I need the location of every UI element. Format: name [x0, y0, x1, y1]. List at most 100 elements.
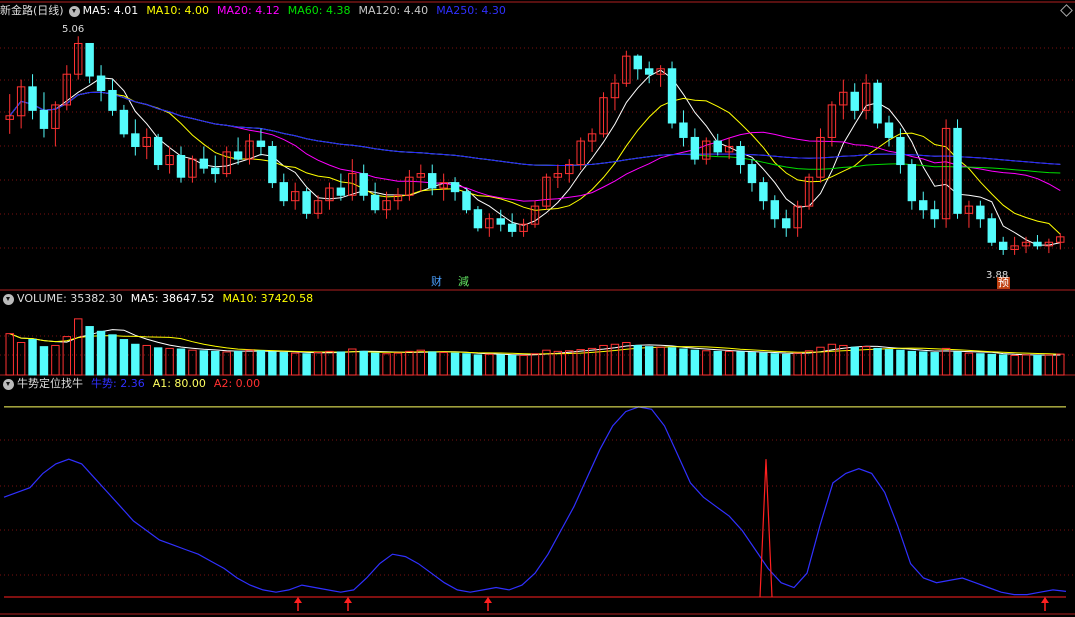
candle-body	[690, 136, 700, 160]
candle-body	[976, 205, 985, 220]
candle-body	[919, 200, 928, 211]
volume-bar	[565, 350, 574, 376]
event-marker-cai[interactable]: 财	[430, 276, 443, 288]
volume-bar	[1056, 353, 1065, 376]
chevron-down-icon[interactable]	[3, 293, 14, 305]
volume-bar	[519, 355, 528, 376]
volume-bar	[644, 346, 654, 376]
volume-bar	[724, 350, 734, 376]
volume-bar	[713, 350, 722, 376]
candle-body	[1033, 241, 1042, 247]
volume-bar	[439, 352, 448, 376]
volume-pane-header: VOLUME: 35382.30 MA5: 38647.52 MA10: 374…	[0, 291, 321, 307]
candle-body	[96, 75, 106, 91]
buy-arrow-head	[1041, 597, 1049, 603]
volume-bar	[1021, 354, 1031, 376]
candle-body	[131, 133, 140, 147]
volume-bar	[873, 347, 882, 376]
candle-body	[759, 182, 768, 202]
volume-bar	[279, 352, 288, 376]
event-marker-yu[interactable]: 预	[997, 277, 1010, 289]
high-price-label: 5.06	[62, 24, 85, 35]
candle-body	[39, 109, 49, 129]
volume-bar	[953, 351, 962, 376]
chevron-down-icon[interactable]	[3, 378, 14, 390]
main-pane-header: 新金路(日线) MA5: 4.01 MA10: 4.00 MA20: 4.12 …	[0, 3, 514, 19]
a1-value: A1: 80.00	[152, 377, 206, 390]
volume-bar	[142, 344, 151, 376]
volume-bar	[302, 353, 311, 376]
volume-bar	[736, 351, 745, 376]
volume-bar	[416, 349, 426, 376]
volume-bar	[359, 350, 368, 376]
a2-spike	[759, 459, 773, 598]
stock-chart-canvas[interactable]	[0, 0, 1075, 617]
volume-bar	[679, 348, 688, 376]
candle-body	[370, 194, 380, 211]
chevron-down-icon[interactable]	[68, 5, 80, 17]
candle-body	[359, 173, 368, 196]
candle-body	[896, 136, 905, 166]
volume-bar	[907, 350, 917, 376]
volume-bar	[690, 349, 700, 376]
volume-bar	[702, 350, 711, 376]
niushi-value: 牛势: 2.36	[91, 377, 145, 390]
volume-bar	[74, 318, 83, 376]
niushi-line	[3, 406, 1067, 596]
volume-bar	[610, 343, 620, 376]
volume-bar	[827, 343, 837, 376]
volume-bar	[153, 347, 163, 376]
candle-body	[507, 223, 517, 232]
volume-bar	[336, 351, 346, 376]
volume-bar	[51, 344, 60, 376]
volume-bar	[5, 333, 14, 376]
volume-bar	[633, 344, 642, 376]
volume-bar	[770, 353, 780, 376]
volume-bar	[131, 343, 140, 376]
volume-bar	[656, 346, 665, 376]
candle-body	[176, 155, 186, 178]
volume-bar	[313, 352, 323, 376]
candle-body	[987, 218, 996, 243]
volume-bar	[39, 346, 49, 376]
volume-bar	[165, 347, 174, 376]
volume-bar	[473, 354, 483, 376]
volume-ma10-value: MA10: 37420.58	[222, 292, 314, 305]
candle-body	[256, 140, 266, 147]
candle-body	[450, 182, 460, 193]
candle-body	[119, 109, 129, 135]
stock-title: 新金路(日线)	[0, 4, 64, 17]
candle-body	[644, 68, 654, 75]
candle-body	[199, 158, 209, 169]
grid-lines	[0, 1, 1075, 615]
candle-body	[233, 151, 243, 160]
candle-body	[473, 209, 483, 229]
volume-bar	[370, 352, 380, 376]
volume-bar	[667, 347, 677, 376]
candle-body	[930, 209, 939, 220]
indicator-pane-header: 牛势定位找牛 牛势: 2.36 A1: 80.00 A2: 0.00	[0, 376, 268, 392]
candle-body	[153, 136, 163, 166]
volume-bar	[496, 354, 505, 376]
volume-bar	[393, 352, 403, 376]
volume-bar	[290, 352, 300, 376]
candle-body	[211, 167, 220, 175]
candle-body	[770, 200, 780, 220]
volume-bar	[485, 353, 494, 376]
volume-bar	[747, 352, 757, 376]
buy-arrow-head	[344, 597, 352, 603]
volume-bar	[964, 352, 974, 376]
candle-body	[279, 182, 288, 202]
candle-body	[633, 55, 642, 70]
volume-bar	[108, 334, 117, 376]
volume-bar	[759, 352, 768, 376]
volume-bar	[896, 349, 905, 376]
buy-signal-arrows	[294, 597, 1049, 611]
volume-bar	[1010, 355, 1019, 376]
volume-ma5-value: MA5: 38647.52	[130, 292, 215, 305]
volume-bar	[1044, 354, 1054, 376]
volume-bar	[839, 344, 848, 376]
volume-bar	[884, 349, 894, 376]
event-marker-jian[interactable]: 減	[457, 276, 470, 288]
volume-bar	[930, 352, 939, 376]
